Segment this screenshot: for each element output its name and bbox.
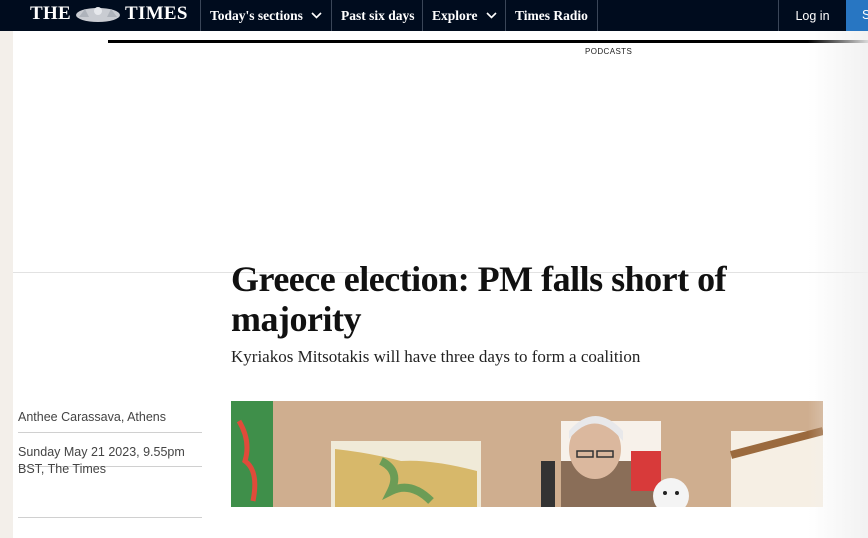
meta-divider [18,517,202,518]
nav-todays-sections[interactable]: Today's sections [200,0,331,31]
article-headline: Greece election: PM falls short of major… [231,259,727,339]
nav-item-label: Today's sections [210,7,303,23]
election-photo-illustration [231,401,823,507]
nav-past-six-days[interactable]: Past six days [331,0,424,31]
top-navigation: THE TIMES Today's sections Past six days… [0,0,868,31]
article-date: Sunday May 21 2023, 9.55pm BST, The Time… [18,445,185,476]
login-button[interactable]: Log in [778,0,846,31]
logo-text-times: TIMES [125,3,188,24]
chevron-down-icon [485,12,497,19]
logo-text-the: THE [30,3,72,24]
nav-item-label: Past six days [341,7,415,23]
login-label: Log in [795,8,830,23]
subscribe-button[interactable]: S [846,0,868,31]
chevron-down-icon [311,12,322,19]
royal-crest-icon [76,7,121,22]
nav-explore[interactable]: Explore [422,0,506,31]
subscribe-label: S [862,8,868,22]
nav-item-label: Explore [432,7,478,23]
nav-times-radio[interactable]: Times Radio [505,0,598,31]
times-logo[interactable]: THE TIMES [30,3,188,25]
article-author[interactable]: Anthee Carassava, Athens [18,410,166,424]
article-standfirst: Kyriakos Mitsotakis will have three days… [231,347,641,366]
ad-top-rule [108,40,868,43]
meta-divider [18,432,202,433]
article-photo [231,401,823,507]
ad-podcasts-label[interactable]: PODCASTS [585,47,632,56]
nav-item-label: Times Radio [515,7,588,23]
